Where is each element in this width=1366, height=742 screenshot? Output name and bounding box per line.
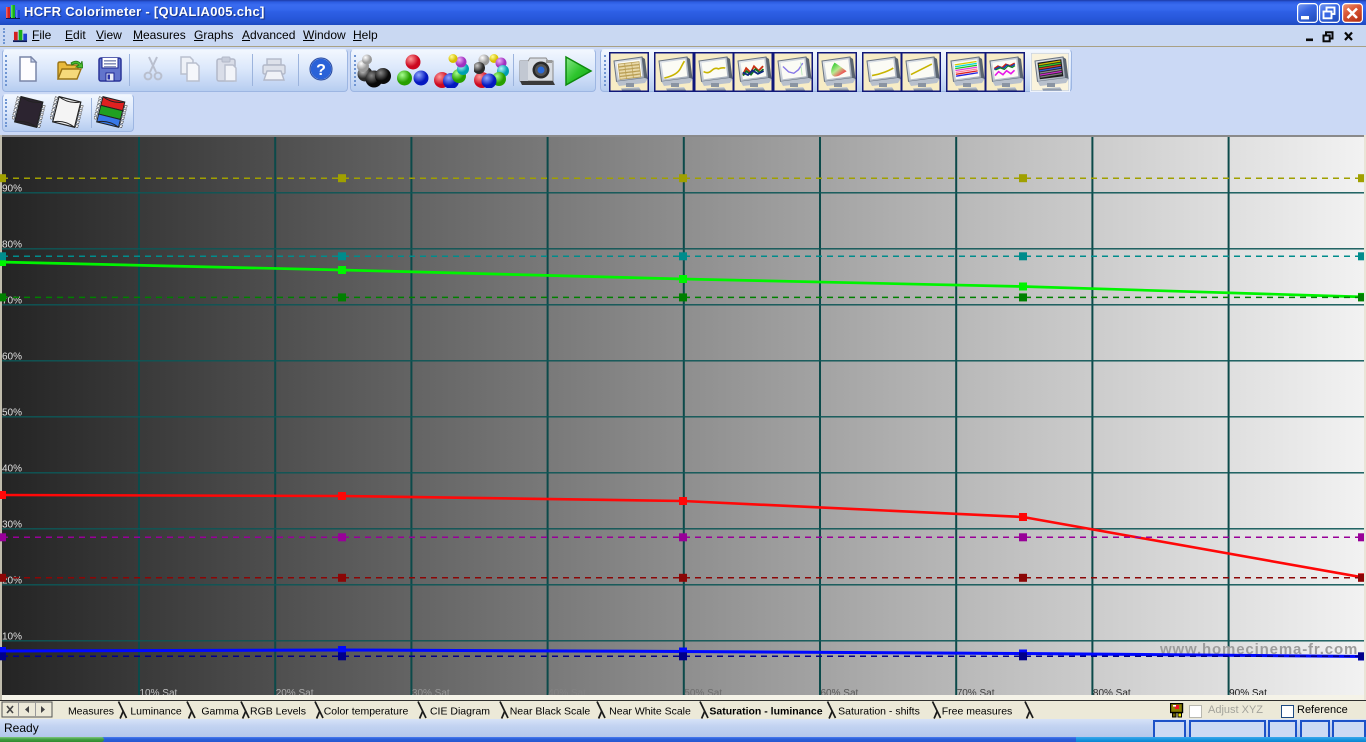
svg-text:?: ? bbox=[316, 62, 326, 79]
svg-text:Saturation - luminance: Saturation - luminance bbox=[709, 706, 822, 718]
svg-text:Gamma: Gamma bbox=[201, 706, 239, 718]
svg-text:Free measures: Free measures bbox=[942, 706, 1013, 718]
svg-text:Measures: Measures bbox=[68, 706, 114, 718]
svg-text:Near Black Scale: Near Black Scale bbox=[510, 706, 591, 718]
svg-text:90%: 90% bbox=[2, 184, 22, 195]
svg-text:Color temperature: Color temperature bbox=[324, 706, 409, 718]
svg-text:CIE Diagram: CIE Diagram bbox=[430, 706, 490, 718]
svg-text:Luminance: Luminance bbox=[130, 706, 182, 718]
svg-text:50%: 50% bbox=[2, 408, 22, 419]
svg-text:60%: 60% bbox=[2, 352, 22, 363]
svg-text:30%: 30% bbox=[2, 520, 22, 531]
svg-text:10%: 10% bbox=[2, 632, 22, 643]
svg-text:40%: 40% bbox=[2, 464, 22, 475]
svg-text:RGB Levels: RGB Levels bbox=[250, 706, 306, 718]
svg-text:Near White Scale: Near White Scale bbox=[609, 706, 691, 718]
svg-text:Saturation - shifts: Saturation - shifts bbox=[838, 706, 920, 718]
svg-text:80%: 80% bbox=[2, 240, 22, 251]
